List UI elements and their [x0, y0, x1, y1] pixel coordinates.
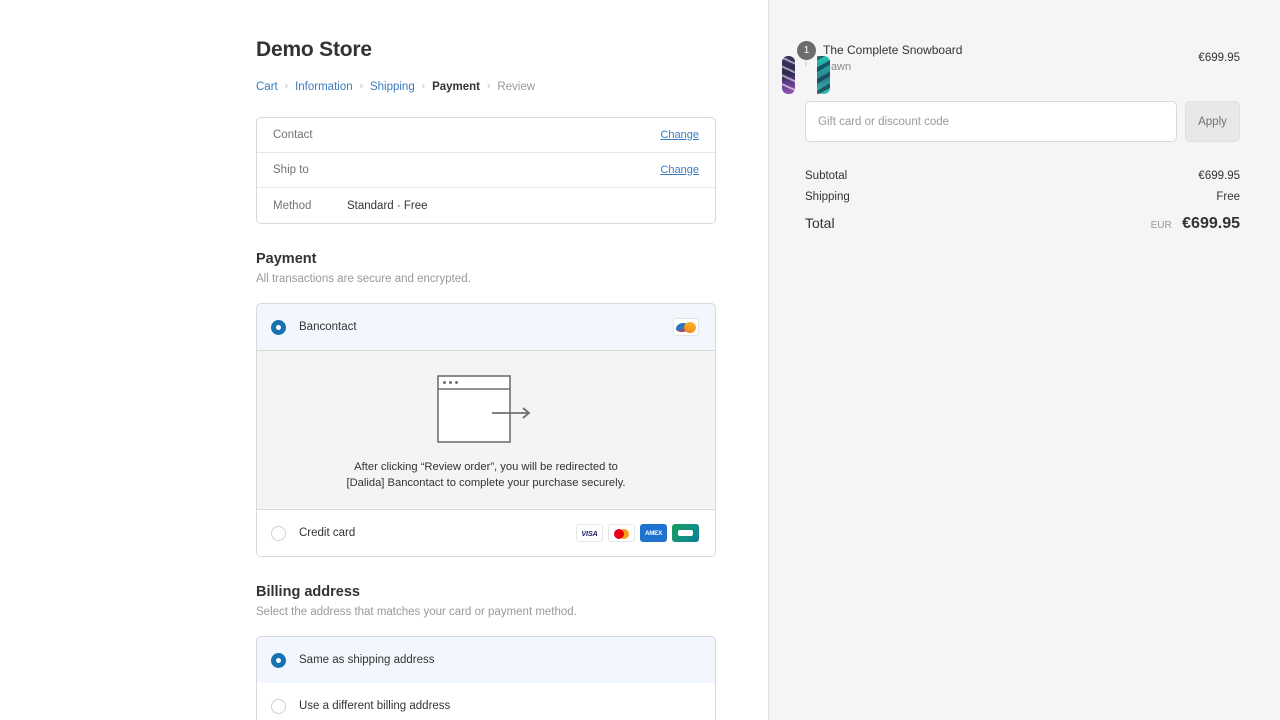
grand-total-value: €699.95: [1182, 215, 1240, 232]
product-price: €699.95: [1198, 51, 1240, 64]
payment-option-credit-card-label: Credit card: [299, 527, 356, 539]
total-row-grand-total: Total EUR €699.95: [805, 215, 1240, 233]
breadcrumb-separator-icon: ›: [284, 80, 289, 92]
payment-option-credit-card[interactable]: Credit card VISA AMEX: [257, 510, 715, 556]
grand-total-currency: EUR: [1150, 220, 1172, 231]
bancontact-selected-outline: Bancontact: [257, 304, 715, 351]
change-contact-link[interactable]: Change: [660, 129, 699, 141]
radio-credit-card[interactable]: [271, 525, 286, 541]
checkout-page: Demo Store Cart › Information › Shipping…: [0, 0, 1280, 720]
subtotal-value: €699.95: [1198, 170, 1240, 182]
payment-option-bancontact[interactable]: Bancontact: [257, 304, 715, 350]
payment-option-bancontact-label: Bancontact: [299, 321, 357, 333]
breadcrumb-item-shipping[interactable]: Shipping: [370, 80, 415, 94]
discount-form: Apply: [805, 101, 1240, 142]
redirect-notice-line-1: After clicking “Review order”, you will …: [354, 461, 618, 473]
order-review-card: Contact Change Ship to Change Method Sta…: [256, 117, 716, 224]
product-thumbnail-wrapper: 1: [782, 40, 830, 94]
visa-icon: VISA: [576, 524, 603, 542]
grand-total-label: Total: [805, 215, 835, 231]
amex-icon-label: AMEX: [644, 529, 663, 537]
breadcrumb-separator-icon: ›: [421, 80, 426, 92]
total-row-shipping: Shipping Free: [805, 191, 1240, 203]
shipping-value: Free: [1216, 191, 1240, 203]
billing-option-same-as-shipping-label: Same as shipping address: [299, 654, 435, 666]
radio-bancontact[interactable]: [271, 319, 286, 335]
card-brand-icons: VISA AMEX: [576, 524, 699, 542]
billing-address-group: Same as shipping address Use a different…: [256, 636, 716, 720]
redirect-notice-line-2: [Dalida] Bancontact to complete your pur…: [346, 477, 626, 489]
review-label-ship-to: Ship to: [273, 164, 309, 176]
order-summary-sidebar: 1 The Complete Snowboard Dawn €699.95 Ap…: [768, 0, 1280, 720]
mastercard-icon: [608, 524, 635, 542]
carte-bancaire-icon: [672, 524, 699, 542]
billing-option-different-address-label: Use a different billing address: [299, 700, 451, 712]
billing-option-same-as-shipping[interactable]: Same as shipping address: [257, 637, 715, 683]
product-info: The Complete Snowboard Dawn: [807, 42, 1198, 73]
same-address-selected-outline: Same as shipping address: [257, 637, 715, 684]
browser-redirect-illustration-icon: [402, 373, 570, 445]
payment-section-subtitle: All transactions are secure and encrypte…: [256, 273, 471, 285]
billing-section-title: Billing address: [256, 584, 360, 600]
amex-icon: AMEX: [640, 524, 667, 542]
review-value-method: Standard · Free: [347, 199, 428, 212]
review-row-method: Method Standard · Free: [257, 188, 715, 223]
discount-code-input[interactable]: [805, 101, 1177, 142]
breadcrumb-item-information[interactable]: Information: [295, 80, 353, 94]
page-title: Demo Store: [256, 38, 372, 61]
order-line-item: 1 The Complete Snowboard Dawn €699.95: [782, 40, 1240, 94]
breadcrumb-item-cart[interactable]: Cart: [256, 80, 278, 94]
bancontact-logo-icon: [673, 318, 699, 336]
total-row-subtotal: Subtotal €699.95: [805, 170, 1240, 182]
breadcrumb-separator-icon: ›: [487, 80, 491, 92]
change-ship-to-link[interactable]: Change: [660, 164, 699, 176]
visa-icon-label: VISA: [581, 528, 598, 538]
radio-different-billing-address[interactable]: [271, 698, 286, 714]
breadcrumb: Cart › Information › Shipping › Payment …: [256, 80, 716, 94]
review-row-contact: Contact Change: [257, 118, 715, 153]
payment-section-title: Payment: [256, 251, 317, 267]
redirect-notice-panel: After clicking “Review order”, you will …: [257, 350, 715, 510]
breadcrumb-separator-icon: ›: [359, 80, 363, 92]
product-variant: Dawn: [823, 61, 852, 73]
grand-total-amount-group: EUR €699.95: [1151, 215, 1240, 233]
subtotal-label: Subtotal: [805, 170, 848, 182]
product-title: The Complete Snowboard: [823, 43, 963, 57]
review-row-ship-to: Ship to Change: [257, 153, 715, 188]
review-label-method: Method: [273, 199, 312, 212]
review-label-contact: Contact: [273, 129, 313, 141]
checkout-main-column: Demo Store Cart › Information › Shipping…: [0, 0, 768, 720]
apply-discount-button[interactable]: Apply: [1185, 101, 1240, 142]
billing-option-different-address[interactable]: Use a different billing address: [257, 683, 715, 720]
quantity-badge: 1: [797, 40, 816, 60]
breadcrumb-item-review: Review: [497, 81, 536, 93]
order-totals: Subtotal €699.95 Shipping Free Total EUR…: [805, 170, 1240, 233]
billing-section-subtitle: Select the address that matches your car…: [256, 606, 577, 618]
breadcrumb-item-payment: Payment: [432, 81, 480, 93]
shipping-label: Shipping: [805, 191, 850, 203]
radio-same-as-shipping[interactable]: [271, 652, 286, 668]
payment-method-group: Bancontact After clicking “Review order”…: [256, 303, 716, 557]
